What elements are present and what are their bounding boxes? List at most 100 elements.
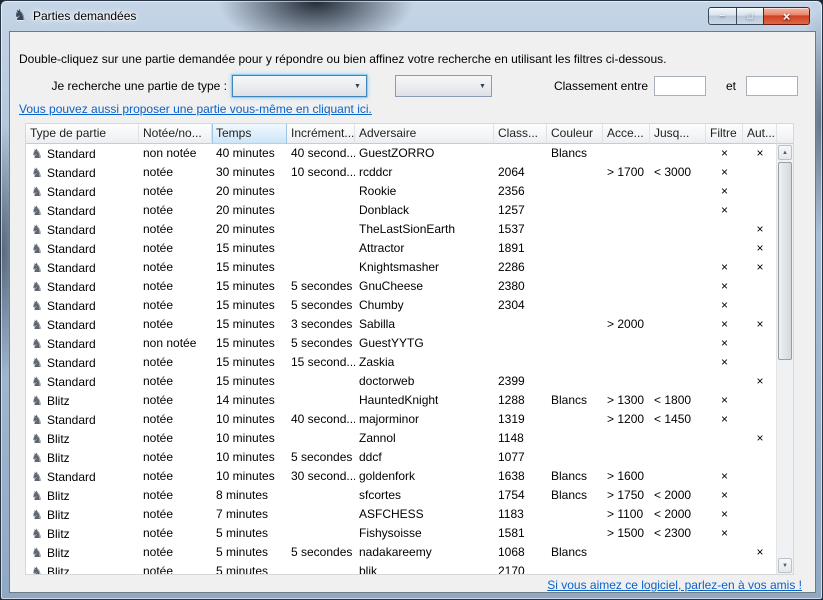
cell-3 [287, 220, 355, 239]
table-row[interactable]: ♞Blitznotée8 minutessfcortes1754Blancs> … [26, 486, 778, 505]
cell-5: 1148 [494, 429, 547, 448]
cell-0: ♞Standard [26, 467, 139, 486]
table-row[interactable]: ♞Standardnotée15 minutesAttractor1891× [26, 239, 778, 258]
table-row[interactable]: ♞Standardnotée20 minutesDonblack1257× [26, 201, 778, 220]
cell-5: 1754 [494, 486, 547, 505]
cell-8 [650, 239, 706, 258]
scroll-down-button[interactable]: ▼ [778, 558, 792, 573]
table-row[interactable]: ♞Standardnotée15 minutesKnightsmasher228… [26, 258, 778, 277]
column-header-0[interactable]: Type de partie [26, 124, 139, 144]
cell-7: > 1750 [603, 486, 650, 505]
table-row[interactable]: ♞Blitznotée10 minutes5 secondesddcf1077 [26, 448, 778, 467]
cell-1: notée [139, 372, 212, 391]
table-row[interactable]: ♞Standardnotée20 minutesRookie2356× [26, 182, 778, 201]
minimize-button[interactable]: − [708, 7, 737, 25]
cell-4: goldenfork [355, 467, 494, 486]
cell-0: ♞Standard [26, 258, 139, 277]
rating-min-input[interactable] [654, 76, 706, 96]
game-type-label: Je recherche une partie de type : [18, 79, 227, 93]
maximize-button[interactable]: □ [736, 7, 764, 25]
column-header-4[interactable]: Adversaire [355, 124, 494, 144]
vertical-scrollbar[interactable]: ▲ ▼ [776, 144, 793, 574]
table-row[interactable]: ♞Standardnotée30 minutes10 second...rcdd… [26, 163, 778, 182]
cell-3 [287, 505, 355, 524]
table-row[interactable]: ♞Standardnotée20 minutesTheLastSionEarth… [26, 220, 778, 239]
cell-4: Attractor [355, 239, 494, 258]
client-area: Double-cliquez sur une partie demandée p… [9, 31, 816, 593]
and-label: et [726, 79, 736, 93]
knight-icon: ♞ [30, 315, 44, 334]
cell-8 [650, 258, 706, 277]
cell-8 [650, 543, 706, 562]
cell-1: notée [139, 220, 212, 239]
table-row[interactable]: ♞Blitznotée5 minutes5 secondesnadakareem… [26, 543, 778, 562]
game-type-text: Standard [47, 204, 96, 218]
close-button[interactable]: × [763, 7, 810, 25]
cell-5: 1891 [494, 239, 547, 258]
table-row[interactable]: ♞Blitznotée7 minutesASFCHESS1183> 1100< … [26, 505, 778, 524]
game-type-text: Standard [47, 147, 96, 161]
cell-3 [287, 201, 355, 220]
titlebar[interactable]: ♞ Parties demandées − □ × [1, 1, 822, 31]
game-variant-dropdown[interactable]: ▼ [395, 75, 492, 97]
cell-2: 10 minutes [212, 467, 287, 486]
table-row[interactable]: ♞Standardnon notée15 minutes5 secondesGu… [26, 334, 778, 353]
column-header-9[interactable]: Filtre [706, 124, 743, 144]
table-header-row: Type de partieNotée/no...TempsIncrément.… [26, 124, 793, 144]
cell-2: 15 minutes [212, 277, 287, 296]
cell-7 [603, 543, 650, 562]
table-row[interactable]: ♞Blitznotée5 minutesFishysoisse1581> 150… [26, 524, 778, 543]
cell-10 [743, 163, 777, 182]
table-row[interactable]: ♞Standardnotée15 minutes5 secondesGnuChe… [26, 277, 778, 296]
knight-icon: ♞ [30, 543, 44, 562]
cell-3: 5 secondes [287, 543, 355, 562]
cell-9: × [706, 486, 743, 505]
cell-5: 1257 [494, 201, 547, 220]
table-row[interactable]: ♞Standardnotée15 minutes15 second...Zask… [26, 353, 778, 372]
cell-4: rcddcr [355, 163, 494, 182]
cell-5 [494, 144, 547, 163]
column-header-10[interactable]: Aut... [743, 124, 777, 144]
table-row[interactable]: ♞Standardnotée10 minutes30 second...gold… [26, 467, 778, 486]
cell-6 [547, 315, 603, 334]
knight-icon: ♞ [30, 372, 44, 391]
cell-2: 14 minutes [212, 391, 287, 410]
cell-5: 2064 [494, 163, 547, 182]
table-row[interactable]: ♞Blitznotée5 minutesblik2170 [26, 562, 778, 575]
column-header-7[interactable]: Acce... [603, 124, 650, 144]
cell-8 [650, 353, 706, 372]
table-row[interactable]: ♞Standardnotée15 minutesdoctorweb2399× [26, 372, 778, 391]
scroll-up-button[interactable]: ▲ [778, 145, 792, 160]
table-row[interactable]: ♞Standardnotée15 minutes3 secondesSabill… [26, 315, 778, 334]
cell-4: GuestYYTG [355, 334, 494, 353]
propose-game-link[interactable]: Vous pouvez aussi proposer une partie vo… [19, 102, 372, 116]
cell-0: ♞Blitz [26, 448, 139, 467]
cell-10 [743, 353, 777, 372]
game-type-dropdown[interactable]: ▼ [232, 75, 367, 97]
cell-8: < 2000 [650, 505, 706, 524]
table-row[interactable]: ♞Blitznotée14 minutesHauntedKnight1288Bl… [26, 391, 778, 410]
tell-friends-link[interactable]: Si vous aimez ce logiciel, parlez-en à v… [547, 578, 802, 592]
scrollbar-thumb[interactable] [778, 162, 792, 360]
cell-6 [547, 448, 603, 467]
table-row[interactable]: ♞Standardnotée10 minutes40 second...majo… [26, 410, 778, 429]
column-header-2[interactable]: Temps [212, 124, 287, 144]
game-type-text: Standard [47, 337, 96, 351]
column-header-8[interactable]: Jusq... [650, 124, 706, 144]
cell-7 [603, 448, 650, 467]
cell-5: 1068 [494, 543, 547, 562]
table-row[interactable]: ♞Blitznotée10 minutesZannol1148× [26, 429, 778, 448]
knight-icon: ♞ [30, 410, 44, 429]
column-header-5[interactable]: Class... [494, 124, 547, 144]
column-header-filler [777, 124, 793, 144]
column-header-3[interactable]: Incrément... [287, 124, 355, 144]
cell-4: majorminor [355, 410, 494, 429]
cell-9: × [706, 296, 743, 315]
column-header-6[interactable]: Couleur [547, 124, 603, 144]
cell-8 [650, 315, 706, 334]
table-row[interactable]: ♞Standardnon notée40 minutes40 second...… [26, 144, 778, 163]
cell-0: ♞Standard [26, 296, 139, 315]
table-row[interactable]: ♞Standardnotée15 minutes5 secondesChumby… [26, 296, 778, 315]
column-header-1[interactable]: Notée/no... [139, 124, 212, 144]
rating-max-input[interactable] [746, 76, 798, 96]
